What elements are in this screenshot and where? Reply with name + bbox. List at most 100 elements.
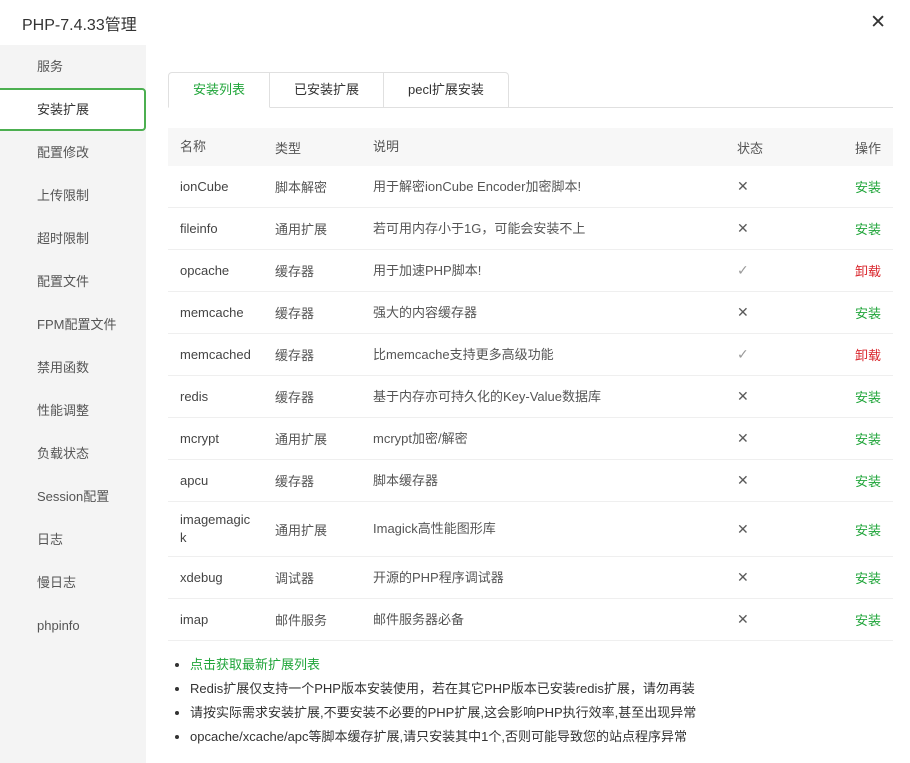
action-link[interactable]: 安装 bbox=[855, 390, 881, 405]
extension-description: 比memcache支持更多高级功能 bbox=[373, 346, 737, 364]
table-body: ionCube 脚本解密 用于解密ionCube Encoder加密脚本! ✕ … bbox=[168, 166, 893, 641]
sidebar-item-label: 上传限制 bbox=[37, 188, 89, 203]
sidebar-item-label: FPM配置文件 bbox=[37, 317, 116, 332]
column-header-type: 类型 bbox=[275, 138, 373, 157]
sidebar-item[interactable]: 安装扩展 bbox=[0, 88, 146, 131]
action-link[interactable]: 卸载 bbox=[855, 348, 881, 363]
extension-type: 通用扩展 bbox=[275, 520, 373, 539]
table-row: opcache 缓存器 用于加速PHP脚本! ✓ 卸载 bbox=[168, 250, 893, 292]
extension-type: 缓存器 bbox=[275, 303, 373, 322]
extension-name: memcache bbox=[180, 304, 255, 322]
table-row: xdebug 调试器 开源的PHP程序调试器 ✕ 安装 bbox=[168, 557, 893, 599]
extension-description: 基于内存亦可持久化的Key-Value数据库 bbox=[373, 388, 737, 406]
sidebar-item[interactable]: 日志 bbox=[0, 518, 146, 561]
extension-name: redis bbox=[180, 388, 255, 406]
column-header-action: 操作 bbox=[835, 138, 881, 157]
action-link[interactable]: 安装 bbox=[855, 474, 881, 489]
extension-description: 脚本缓存器 bbox=[373, 472, 737, 490]
extension-type: 缓存器 bbox=[275, 387, 373, 406]
status-icon: ✕ bbox=[737, 569, 749, 585]
status-icon: ✕ bbox=[737, 611, 749, 627]
table-header: 名称 类型 说明 状态 操作 bbox=[168, 128, 893, 166]
extension-name: mcrypt bbox=[180, 430, 255, 448]
extension-type: 通用扩展 bbox=[275, 429, 373, 448]
extension-description: 若可用内存小于1G，可能会安装不上 bbox=[373, 220, 737, 238]
sidebar-item-label: 服务 bbox=[37, 59, 63, 74]
extension-description: 强大的内容缓存器 bbox=[373, 304, 737, 322]
note-text: opcache/xcache/apc等脚本缓存扩展,请只安装其中1个,否则可能导… bbox=[190, 729, 687, 744]
status-icon: ✓ bbox=[737, 346, 749, 362]
extension-type: 缓存器 bbox=[275, 261, 373, 280]
action-link[interactable]: 安装 bbox=[855, 523, 881, 538]
extension-description: mcrypt加密/解密 bbox=[373, 430, 737, 448]
extension-name: imagemagick bbox=[180, 511, 255, 547]
sidebar-item[interactable]: 上传限制 bbox=[0, 174, 146, 217]
column-header-desc: 说明 bbox=[373, 138, 737, 156]
sidebar-item[interactable]: 配置修改 bbox=[0, 131, 146, 174]
table-row: redis 缓存器 基于内存亦可持久化的Key-Value数据库 ✕ 安装 bbox=[168, 376, 893, 418]
sidebar-item-label: 性能调整 bbox=[37, 403, 89, 418]
tab-installed-extensions[interactable]: 已安装扩展 bbox=[270, 72, 384, 108]
tab-bar: 安装列表 已安装扩展 pecl扩展安装 bbox=[168, 72, 893, 108]
action-link[interactable]: 安装 bbox=[855, 222, 881, 237]
table-row: memcache 缓存器 强大的内容缓存器 ✕ 安装 bbox=[168, 292, 893, 334]
sidebar-item[interactable]: FPM配置文件 bbox=[0, 303, 146, 346]
status-icon: ✓ bbox=[737, 262, 749, 278]
sidebar-item[interactable]: Session配置 bbox=[0, 475, 146, 518]
status-icon: ✕ bbox=[737, 178, 749, 194]
main-panel: 安装列表 已安装扩展 pecl扩展安装 名称 类型 说明 状态 操作 ionCu… bbox=[146, 45, 910, 763]
sidebar-item[interactable]: 禁用函数 bbox=[0, 346, 146, 389]
tab-install-list[interactable]: 安装列表 bbox=[168, 72, 270, 108]
sidebar-item[interactable]: 配置文件 bbox=[0, 260, 146, 303]
sidebar-item-label: Session配置 bbox=[37, 489, 109, 504]
status-icon: ✕ bbox=[737, 430, 749, 446]
note-item: opcache/xcache/apc等脚本缓存扩展,请只安装其中1个,否则可能导… bbox=[190, 725, 893, 749]
sidebar-item-label: phpinfo bbox=[37, 618, 80, 633]
extension-type: 调试器 bbox=[275, 568, 373, 587]
table-row: imap 邮件服务 邮件服务器必备 ✕ 安装 bbox=[168, 599, 893, 641]
sidebar-item[interactable]: 服务 bbox=[0, 45, 146, 88]
sidebar-item[interactable]: 超时限制 bbox=[0, 217, 146, 260]
sidebar-item[interactable]: 性能调整 bbox=[0, 389, 146, 432]
status-icon: ✕ bbox=[737, 388, 749, 404]
extension-name: memcached bbox=[180, 346, 255, 364]
action-link[interactable]: 安装 bbox=[855, 432, 881, 447]
refresh-extension-list-link[interactable]: 点击获取最新扩展列表 bbox=[190, 657, 320, 672]
extension-name: apcu bbox=[180, 472, 255, 490]
table-row: mcrypt 通用扩展 mcrypt加密/解密 ✕ 安装 bbox=[168, 418, 893, 460]
extension-name: fileinfo bbox=[180, 220, 255, 238]
status-icon: ✕ bbox=[737, 521, 749, 537]
status-icon: ✕ bbox=[737, 304, 749, 320]
note-item: 请按实际需求安装扩展,不要安装不必要的PHP扩展,这会影响PHP执行效率,甚至出… bbox=[190, 701, 893, 725]
sidebar: 服务 安装扩展 配置修改 上传限制 超时限制 配置文件 FPM配置文件 bbox=[0, 45, 146, 763]
action-link[interactable]: 安装 bbox=[855, 306, 881, 321]
action-link[interactable]: 安装 bbox=[855, 613, 881, 628]
sidebar-item[interactable]: 慢日志 bbox=[0, 561, 146, 604]
extension-type: 脚本解密 bbox=[275, 177, 373, 196]
status-icon: ✕ bbox=[737, 220, 749, 236]
extension-description: 用于解密ionCube Encoder加密脚本! bbox=[373, 178, 737, 196]
table-row: ionCube 脚本解密 用于解密ionCube Encoder加密脚本! ✕ … bbox=[168, 166, 893, 208]
title-bar: PHP-7.4.33管理 ✕ bbox=[0, 0, 910, 45]
extension-name: xdebug bbox=[180, 569, 255, 587]
table-row: apcu 缓存器 脚本缓存器 ✕ 安装 bbox=[168, 460, 893, 502]
extension-name: imap bbox=[180, 611, 255, 629]
table-row: fileinfo 通用扩展 若可用内存小于1G，可能会安装不上 ✕ 安装 bbox=[168, 208, 893, 250]
action-link[interactable]: 安装 bbox=[855, 571, 881, 586]
sidebar-item-label: 安装扩展 bbox=[37, 102, 89, 117]
extension-name: ionCube bbox=[180, 178, 255, 196]
close-icon[interactable]: ✕ bbox=[866, 11, 890, 34]
window-title: PHP-7.4.33管理 bbox=[22, 11, 137, 35]
column-header-status: 状态 bbox=[737, 138, 835, 157]
tab-pecl-install[interactable]: pecl扩展安装 bbox=[384, 72, 509, 108]
sidebar-item-label: 日志 bbox=[37, 532, 63, 547]
extension-type: 缓存器 bbox=[275, 471, 373, 490]
extension-type: 通用扩展 bbox=[275, 219, 373, 238]
action-link[interactable]: 卸载 bbox=[855, 264, 881, 279]
action-link[interactable]: 安装 bbox=[855, 180, 881, 195]
sidebar-item-label: 慢日志 bbox=[37, 575, 76, 590]
extension-type: 缓存器 bbox=[275, 345, 373, 364]
extension-type: 邮件服务 bbox=[275, 610, 373, 629]
sidebar-item[interactable]: 负载状态 bbox=[0, 432, 146, 475]
sidebar-item[interactable]: phpinfo bbox=[0, 604, 146, 647]
